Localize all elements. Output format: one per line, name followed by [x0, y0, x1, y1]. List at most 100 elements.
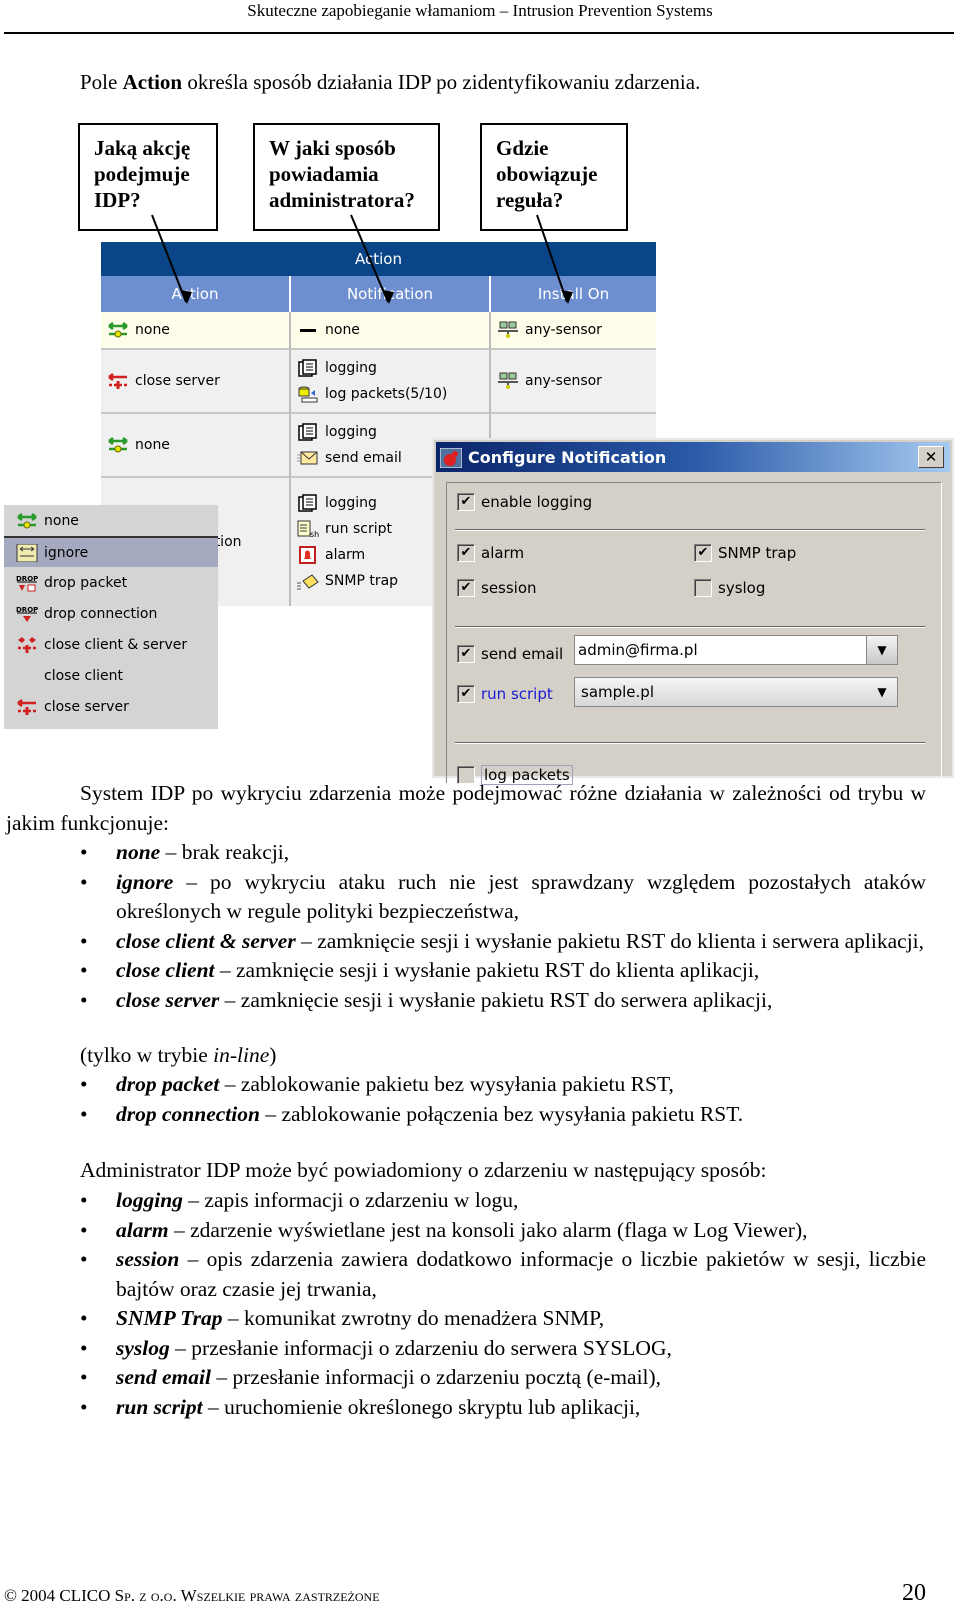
checkbox-box[interactable]: ✔ [457, 544, 475, 562]
list-term: none [116, 840, 161, 864]
intro-bold-term: Action [122, 70, 183, 94]
email-value[interactable]: admin@firma.pl [575, 641, 698, 659]
snmp-trap-checkbox[interactable]: ✔ SNMP trap [694, 544, 796, 562]
run-script-checkbox[interactable]: ✔ run script [457, 685, 553, 703]
menu-item-label: ignore [44, 544, 89, 561]
notification-label: run script [325, 521, 392, 537]
dialog-titlebar[interactable]: Configure Notification ✕ [436, 442, 950, 472]
grid-cell-action[interactable]: close server [101, 350, 291, 414]
checkbox-box[interactable]: ✔ [457, 493, 475, 511]
close-button[interactable]: ✕ [918, 446, 944, 468]
list-desc: – przesłanie informacji o zdarzeniu pocz… [210, 1365, 662, 1389]
menu-item-close-client-server[interactable]: close client & server [4, 629, 218, 660]
checkbox-label: session [481, 579, 537, 597]
email-combobox[interactable]: admin@firma.pl ▼ [574, 635, 898, 665]
snmp-icon [297, 572, 319, 590]
list-term: alarm [116, 1217, 169, 1242]
action-label: none [135, 437, 170, 453]
grid-group-header: Action [101, 242, 656, 276]
list-desc: – uruchomienie określonego skryptu lub a… [202, 1394, 641, 1419]
script-value: sample.pl [581, 683, 654, 701]
inline-action-list: drop packet – zablokowanie pakietu bez w… [80, 1070, 926, 1129]
grid-cell-notification[interactable]: logging log packets(5/10) [291, 350, 491, 414]
separator [455, 742, 925, 744]
checkbox-label: run script [481, 685, 553, 703]
callout-line: W jaki sposób [269, 136, 396, 160]
notification-label: send email [325, 450, 402, 466]
close-client-server-icon [16, 636, 38, 654]
list-term: close server [116, 987, 220, 1012]
action-label: close server [135, 373, 220, 389]
sensor-icon [497, 321, 519, 339]
column-header-action[interactable]: Action [101, 276, 291, 312]
footer-copyright: © 2004 CLICO Sp. z o.o. Wszelkie prawa z… [4, 1586, 380, 1605]
notification-label: logging [325, 424, 377, 440]
menu-item-ignore[interactable]: ignore [4, 536, 218, 567]
alarm-icon [297, 546, 319, 564]
grid-cell-install-on[interactable]: any-sensor [491, 312, 656, 350]
list-term: syslog [116, 1335, 170, 1360]
notification-label: logging [325, 360, 377, 376]
list-term: session [116, 1247, 180, 1271]
blank-icon [16, 667, 38, 685]
session-checkbox[interactable]: ✔ session [457, 579, 537, 597]
grid-cell-action[interactable]: none [101, 312, 291, 350]
app-bug-icon [439, 447, 463, 469]
inline-mode-note: (tylko w trybie in-line) [80, 1041, 276, 1071]
list-term: close client [116, 958, 215, 982]
checkbox-box[interactable]: ✔ [457, 685, 475, 703]
list-desc: – zablokowanie pakietu bez wysyłania pak… [219, 1072, 674, 1096]
callout-line: Gdzie [496, 136, 549, 160]
menu-item-close-server[interactable]: close server [4, 691, 218, 722]
email-icon [297, 449, 319, 467]
callout-line: administratora? [269, 188, 415, 212]
alarm-checkbox[interactable]: ✔ alarm [457, 544, 524, 562]
callout-install-on: Gdzie obowiązuje reguła? [480, 123, 628, 231]
grid-cell-notification[interactable]: none [291, 312, 491, 350]
menu-item-label: drop packet [44, 574, 128, 591]
grid-cell-install-on[interactable]: any-sensor [491, 350, 656, 414]
intro-prefix: Pole [80, 70, 123, 94]
checkbox-label: send email [481, 645, 564, 663]
menu-item-drop-packet[interactable]: DROP drop packet [4, 567, 218, 598]
list-item: SNMP Trap – komunikat zwrotny do menadże… [80, 1304, 926, 1334]
send-email-checkbox[interactable]: ✔ send email [457, 645, 563, 663]
column-header-notification[interactable]: Notification [291, 276, 491, 312]
logging-icon [297, 359, 319, 377]
separator [455, 529, 925, 531]
grid-cell-action[interactable]: none [101, 414, 291, 478]
list-item: run script – uruchomienie określonego sk… [80, 1393, 926, 1423]
dialog-title: Configure Notification [468, 447, 667, 467]
chevron-down-icon[interactable]: ▼ [867, 678, 897, 706]
list-desc: – po wykryciu ataku ruch nie jest sprawd… [116, 869, 926, 924]
sensor-icon [497, 372, 519, 390]
intro-suffix: określa sposób działania IDP po zidentyf… [182, 70, 701, 94]
drop-connection-icon: DROP [16, 605, 38, 623]
enable-logging-checkbox[interactable]: ✔ enable logging [457, 493, 592, 511]
close-server-icon [16, 698, 38, 716]
checkbox-box[interactable]: ✔ [457, 645, 475, 663]
note-italic: in-line [213, 1043, 270, 1067]
list-item: alarm – zdarzenie wyświetlane jest na ko… [80, 1216, 926, 1246]
syslog-checkbox[interactable]: syslog [694, 579, 765, 597]
page-number: 20 [902, 1580, 926, 1606]
menu-item-none[interactable]: none [4, 505, 218, 536]
checkbox-box[interactable]: ✔ [457, 579, 475, 597]
menu-item-label: close client & server [44, 636, 188, 653]
menu-item-label: close client [44, 667, 123, 684]
checkbox-box[interactable]: ✔ [694, 544, 712, 562]
script-combobox[interactable]: sample.pl ▼ [574, 677, 898, 707]
callout-line: IDP? [94, 188, 141, 212]
chevron-down-icon[interactable]: ▼ [866, 636, 897, 664]
grid-cell-notification[interactable]: logging sh run script alarm SNMP trap [291, 478, 421, 606]
note-prefix: (tylko w trybie [80, 1043, 214, 1067]
header-rule [4, 32, 954, 34]
close-server-icon [107, 372, 129, 390]
menu-item-drop-connection[interactable]: DROP drop connection [4, 598, 218, 629]
column-header-install-on[interactable]: Install On [491, 276, 656, 312]
svg-text:sh: sh [310, 530, 319, 538]
checkbox-box[interactable] [694, 579, 712, 597]
notification-label: logging [325, 495, 377, 511]
separator [455, 626, 925, 628]
menu-item-close-client[interactable]: close client [4, 660, 218, 691]
